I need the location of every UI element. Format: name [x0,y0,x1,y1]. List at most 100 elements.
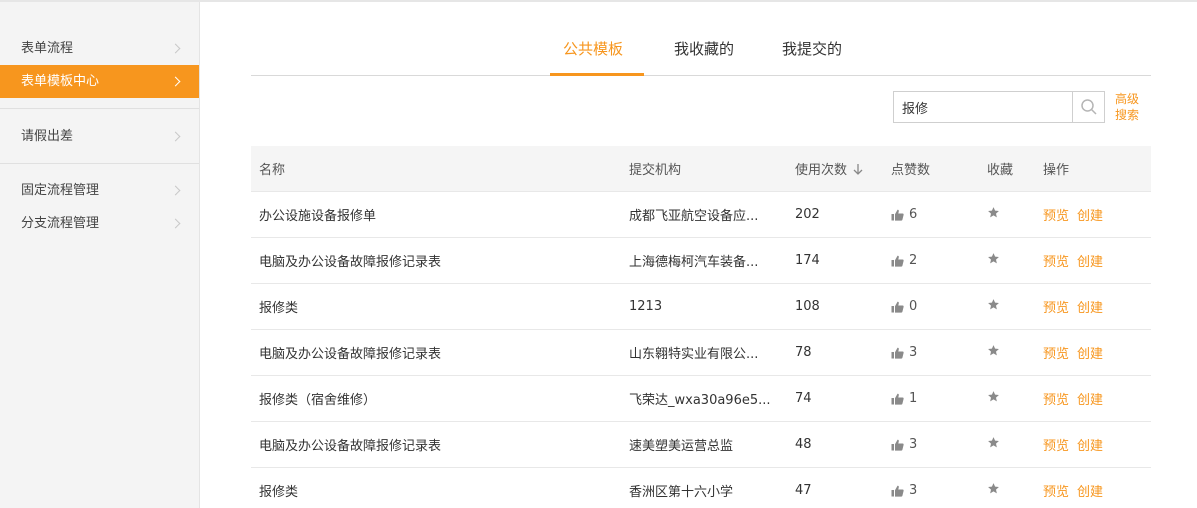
table-row: 报修类 1213 108 0 预览 创建 [251,284,1151,330]
sidebar-item-leave-trip[interactable]: 请假出差 [0,120,199,153]
row-ops: 预览 创建 [1035,251,1151,270]
row-used-count: 78 [795,345,812,360]
sidebar-item-label: 表单流程 [21,41,74,56]
preview-link[interactable]: 预览 [1043,297,1069,316]
preview-link[interactable]: 预览 [1043,251,1069,270]
table-row: 电脑及办公设备故障报修记录表 山东翱特实业有限公... 78 3 预览 创建 [251,330,1151,376]
table-body: 办公设施设备报修单 成都飞亚航空设备应... 202 6 预览 创建 电脑及办公… [251,192,1151,508]
create-link[interactable]: 创建 [1077,389,1103,408]
row-name: 电脑及办公设备故障报修记录表 [259,439,442,454]
chevron-right-icon [170,43,181,54]
create-link[interactable]: 创建 [1077,343,1103,362]
star-icon[interactable] [987,298,1000,311]
row-org: 速美塑美运营总监 [629,439,734,454]
table-row: 电脑及办公设备故障报修记录表 上海德梅柯汽车装备... 174 2 预览 创建 [251,238,1151,284]
create-link[interactable]: 创建 [1077,297,1103,316]
chevron-right-icon [170,185,181,196]
search-button[interactable] [1072,92,1104,122]
sidebar-group-leave: 请假出差 [0,120,199,153]
row-likes[interactable]: 6 [883,207,979,222]
table-row: 报修类（宿舍维修） 飞荣达_wxa30a96e5... 74 1 预览 创建 [251,376,1151,422]
row-fav[interactable] [979,436,1035,453]
row-likes[interactable]: 2 [883,253,979,268]
row-likes[interactable]: 3 [883,437,979,452]
preview-link[interactable]: 预览 [1043,343,1069,362]
header-used-count[interactable]: 使用次数 [787,159,883,178]
row-used-count: 174 [795,253,820,268]
row-org: 成都飞亚航空设备应... [629,209,759,224]
search-box [893,91,1105,123]
star-icon[interactable] [987,390,1000,403]
row-likes[interactable]: 3 [883,483,979,498]
row-ops: 预览 创建 [1035,297,1151,316]
chevron-right-icon [170,131,181,142]
row-org: 上海德梅柯汽车装备... [629,255,759,270]
advanced-search-link[interactable]: 高级 搜索 [1115,91,1139,123]
thumbs-up-icon [891,301,904,313]
create-link[interactable]: 创建 [1077,205,1103,224]
search-input[interactable] [894,92,1072,122]
row-name: 办公设施设备报修单 [259,209,377,224]
tab-bar: 公共模板 我收藏的 我提交的 [251,2,1151,76]
row-ops: 预览 创建 [1035,205,1151,224]
tab-my-favorites[interactable]: 我收藏的 [674,38,734,59]
thumbs-up-icon [891,393,904,405]
tab-public-templates[interactable]: 公共模板 [563,38,623,59]
row-used-count: 108 [795,299,820,314]
row-fav[interactable] [979,298,1035,315]
row-likes-count: 0 [909,299,918,314]
preview-link[interactable]: 预览 [1043,435,1069,454]
row-name: 电脑及办公设备故障报修记录表 [259,347,442,362]
row-fav[interactable] [979,390,1035,407]
thumbs-up-icon [891,485,904,497]
star-icon[interactable] [987,482,1000,495]
row-ops: 预览 创建 [1035,389,1151,408]
row-org: 山东翱特实业有限公... [629,347,759,362]
main-content: 公共模板 我收藏的 我提交的 高级 搜索 名称 提交机构 使用次数 [251,2,1151,500]
sidebar-item-branch-flow[interactable]: 分支流程管理 [0,207,199,240]
table-row: 报修类 香洲区第十六小学 47 3 预览 创建 [251,468,1151,508]
row-name: 电脑及办公设备故障报修记录表 [259,255,442,270]
row-fav[interactable] [979,206,1035,223]
row-likes[interactable]: 3 [883,345,979,360]
row-likes-count: 3 [909,437,918,452]
star-icon[interactable] [987,344,1000,357]
sidebar-item-fixed-flow[interactable]: 固定流程管理 [0,174,199,207]
sidebar-item-form-flow[interactable]: 表单流程 [0,32,199,65]
create-link[interactable]: 创建 [1077,435,1103,454]
chevron-right-icon [170,76,181,87]
sidebar-item-template-center[interactable]: 表单模板中心 [0,65,199,98]
star-icon[interactable] [987,252,1000,265]
active-tab-indicator [550,73,644,76]
sidebar-item-label: 请假出差 [21,129,74,144]
row-likes[interactable]: 1 [883,391,979,406]
sidebar: 表单流程 表单模板中心 请假出差 固定流程管理 分支流程管理 [0,2,200,508]
create-link[interactable]: 创建 [1077,481,1103,500]
row-ops: 预览 创建 [1035,481,1151,500]
row-fav[interactable] [979,344,1035,361]
star-icon[interactable] [987,206,1000,219]
preview-link[interactable]: 预览 [1043,205,1069,224]
row-name: 报修类 [259,485,299,500]
advanced-search-line2: 搜索 [1115,108,1140,122]
row-fav[interactable] [979,482,1035,499]
header-used-label: 使用次数 [795,163,848,178]
star-icon[interactable] [987,436,1000,449]
row-fav[interactable] [979,252,1035,269]
sidebar-item-label: 固定流程管理 [21,183,100,198]
row-used-count: 74 [795,391,812,406]
create-link[interactable]: 创建 [1077,251,1103,270]
sort-down-arrow-icon [853,163,863,175]
row-org: 香洲区第十六小学 [629,485,734,500]
tab-my-submitted[interactable]: 我提交的 [782,38,842,59]
preview-link[interactable]: 预览 [1043,389,1069,408]
row-used-count: 202 [795,207,820,222]
template-table: 名称 提交机构 使用次数 点赞数 收藏 操作 办公设施设备报修单 成都飞亚航空设… [251,146,1151,508]
row-likes[interactable]: 0 [883,299,979,314]
preview-link[interactable]: 预览 [1043,481,1069,500]
